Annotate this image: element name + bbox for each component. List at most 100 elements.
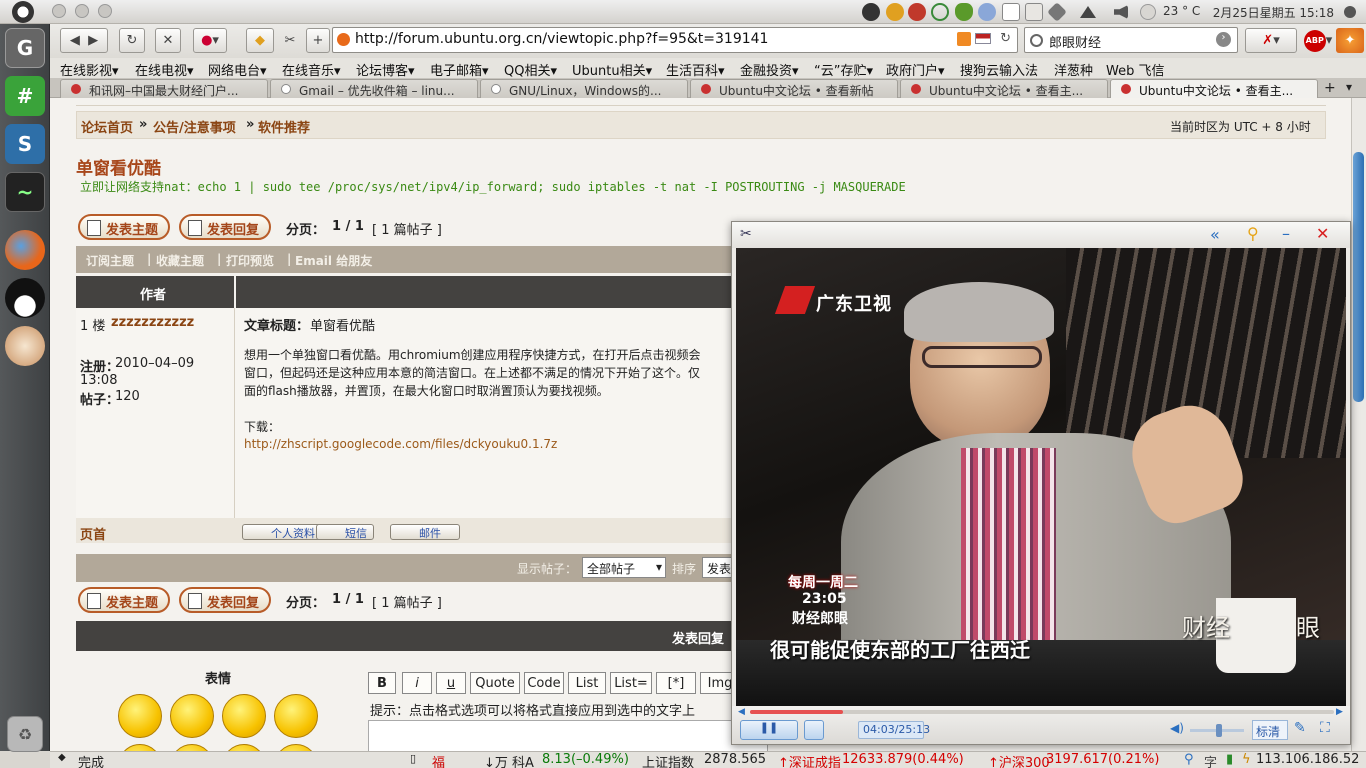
bookmark-item[interactable]: 网络电台▾ bbox=[208, 60, 267, 79]
forward-icon[interactable]: ▶ bbox=[88, 33, 98, 48]
volume-knob[interactable] bbox=[1216, 724, 1223, 737]
format-list-ordered-button[interactable]: List= bbox=[610, 672, 652, 694]
reload-button[interactable]: ↻ bbox=[119, 28, 145, 53]
message-textarea[interactable] bbox=[368, 720, 768, 751]
tab[interactable]: Gmail – 优先收件箱 – linu... bbox=[270, 79, 478, 98]
firefox-launcher-icon[interactable] bbox=[5, 230, 45, 270]
rss-icon[interactable] bbox=[957, 32, 971, 46]
volume-track[interactable] bbox=[1190, 724, 1244, 737]
trash-launcher-icon[interactable]: ♻ bbox=[7, 716, 43, 752]
smiley-icon[interactable] bbox=[118, 694, 162, 738]
smiley-icon[interactable] bbox=[222, 744, 266, 751]
new-topic-button-bottom[interactable]: 发表主题 bbox=[78, 587, 171, 613]
smiley-icon[interactable] bbox=[170, 744, 214, 751]
shell-launcher-icon[interactable] bbox=[5, 326, 45, 366]
search-go-icon[interactable]: › bbox=[1216, 32, 1231, 47]
new-tab-button[interactable]: + bbox=[306, 28, 330, 53]
print-link[interactable]: 打印预览 bbox=[226, 252, 274, 269]
settings-wrench-icon[interactable]: ✎ bbox=[1294, 720, 1306, 736]
ubuntu-menu-icon[interactable] bbox=[12, 1, 34, 23]
top-link[interactable]: 页首 bbox=[80, 524, 106, 543]
post-author[interactable]: zzzzzzzzzzz bbox=[111, 315, 194, 330]
profile-button[interactable]: 个人资料 bbox=[242, 524, 322, 540]
breadcrumb-home[interactable]: 论坛首页 bbox=[81, 117, 133, 136]
reply-button[interactable]: 发表回复 bbox=[179, 214, 272, 240]
subscribe-link[interactable]: 订阅主题 bbox=[86, 252, 134, 269]
new-tab-plus-icon[interactable]: + bbox=[1324, 80, 1336, 96]
bookmark-item[interactable]: 在线影视▾ bbox=[60, 60, 119, 79]
video-titlebar[interactable]: ✂ « ⚲ – ✕ bbox=[732, 222, 1350, 248]
email-friend-link[interactable]: Email 给朋友 bbox=[295, 252, 372, 269]
smiley-icon[interactable] bbox=[222, 694, 266, 738]
link-icon[interactable]: ⚲ bbox=[1184, 752, 1194, 767]
quality-button[interactable]: 标清 bbox=[1252, 720, 1288, 740]
addon-menu-button[interactable]: ● ▾ bbox=[193, 28, 227, 53]
adblock-button[interactable]: ABP ▾ bbox=[1302, 28, 1334, 53]
bookmark-tool-button[interactable]: ◆ bbox=[246, 28, 274, 53]
format-code-button[interactable]: Code bbox=[524, 672, 564, 694]
window-close-icon[interactable] bbox=[52, 4, 66, 18]
gimp-launcher-icon[interactable]: G bbox=[5, 28, 45, 68]
tab[interactable]: Ubuntu中文论坛 • 查看新帖 bbox=[690, 79, 898, 98]
search-engine-icon[interactable] bbox=[1030, 34, 1043, 47]
bookmark-item[interactable]: “云”存贮▾ bbox=[814, 60, 873, 79]
format-underline-button[interactable]: u bbox=[436, 672, 466, 694]
format-list-item-button[interactable]: [*] bbox=[656, 672, 696, 694]
download-link[interactable]: http://zhscript.googlecode.com/files/dck… bbox=[244, 437, 557, 451]
pause-button[interactable]: ❚❚ bbox=[740, 720, 798, 740]
tab[interactable]: 和讯网–中国最大财经门户... bbox=[60, 79, 268, 98]
close-icon[interactable]: ✕ bbox=[1316, 224, 1329, 243]
stock-widget-icon[interactable]: ▯ bbox=[410, 752, 416, 765]
back-icon[interactable]: ◀ bbox=[70, 33, 80, 48]
collapse-icon[interactable]: « bbox=[1210, 225, 1220, 244]
breadcrumb-sub[interactable]: 软件推荐 bbox=[258, 117, 310, 136]
topic-title[interactable]: 单窗看优酷 bbox=[76, 154, 161, 179]
fullscreen-icon[interactable]: ⛶ bbox=[1320, 720, 1330, 736]
breadcrumb-section[interactable]: 公告/注意事项 bbox=[153, 117, 236, 136]
tab[interactable]: Ubuntu中文论坛 • 查看主... bbox=[900, 79, 1108, 98]
bookmark-item[interactable]: QQ相关▾ bbox=[504, 60, 557, 79]
lightning-icon[interactable]: ϟ bbox=[1242, 752, 1251, 767]
new-topic-button[interactable]: 发表主题 bbox=[78, 214, 171, 240]
system-monitor-launcher-icon[interactable]: ~ bbox=[5, 172, 45, 212]
eject-tray-icon[interactable] bbox=[1080, 6, 1096, 18]
bookmark-item[interactable]: 搜狗云输入法 bbox=[960, 60, 1038, 79]
smiley-icon[interactable] bbox=[274, 694, 318, 738]
url-text[interactable]: http://forum.ubuntu.org.cn/viewtopic.php… bbox=[355, 31, 768, 47]
bookmark-item[interactable]: 金融投资▾ bbox=[740, 60, 799, 79]
smiley-icon[interactable] bbox=[274, 744, 318, 751]
notes-tray-icon[interactable] bbox=[1002, 3, 1020, 21]
format-bold-button[interactable]: B bbox=[368, 672, 396, 694]
bookmark-item[interactable]: Ubuntu相关▾ bbox=[572, 60, 652, 79]
bookmark-item[interactable]: 电子邮箱▾ bbox=[430, 60, 489, 79]
bookmark-item[interactable]: 生活百科▾ bbox=[666, 60, 725, 79]
weather-tray-icon[interactable] bbox=[978, 3, 996, 21]
search-input[interactable]: 郎眼财经 bbox=[1049, 36, 1101, 51]
swirl-launcher-icon[interactable]: S bbox=[5, 124, 45, 164]
bookmark-item[interactable]: Web 飞信 bbox=[1106, 60, 1164, 79]
power-icon[interactable] bbox=[1344, 6, 1356, 18]
volume-icon[interactable]: ◀) bbox=[1170, 721, 1184, 735]
format-quote-button[interactable]: Quote bbox=[470, 672, 520, 694]
pin-icon[interactable]: ⚲ bbox=[1247, 224, 1259, 243]
volume-tray-icon[interactable] bbox=[1114, 5, 1128, 19]
bookmark-item[interactable]: 政府门户▾ bbox=[886, 60, 945, 79]
minimize-icon[interactable]: – bbox=[1282, 224, 1290, 243]
pen-tray-icon[interactable] bbox=[1047, 2, 1067, 22]
url-reload-icon[interactable]: ↻ bbox=[1000, 31, 1011, 46]
gourd-tray-icon[interactable] bbox=[955, 3, 973, 21]
back-forward-button[interactable]: ◀ ▶ bbox=[60, 28, 108, 53]
scrollbar-thumb[interactable] bbox=[1353, 152, 1364, 402]
scissors-icon[interactable]: ✂ bbox=[740, 226, 752, 242]
mail-button[interactable]: 邮件 bbox=[390, 524, 460, 540]
format-italic-button[interactable]: i bbox=[402, 672, 432, 694]
network-tray-icon[interactable] bbox=[931, 3, 949, 21]
tab[interactable]: GNU/Linux，Windows的... bbox=[480, 79, 688, 98]
display-select[interactable]: 全部帖子 ▾ bbox=[582, 557, 666, 578]
pm-button[interactable]: 短信 bbox=[316, 524, 374, 540]
smiley-icon[interactable] bbox=[118, 744, 162, 751]
seek-back-icon[interactable]: ◀ bbox=[738, 707, 745, 717]
search-bar[interactable]: 郎眼财经 › bbox=[1024, 27, 1238, 53]
bookmark-topic-link[interactable]: 收藏主题 bbox=[156, 252, 204, 269]
stop-video-button[interactable] bbox=[804, 720, 824, 740]
